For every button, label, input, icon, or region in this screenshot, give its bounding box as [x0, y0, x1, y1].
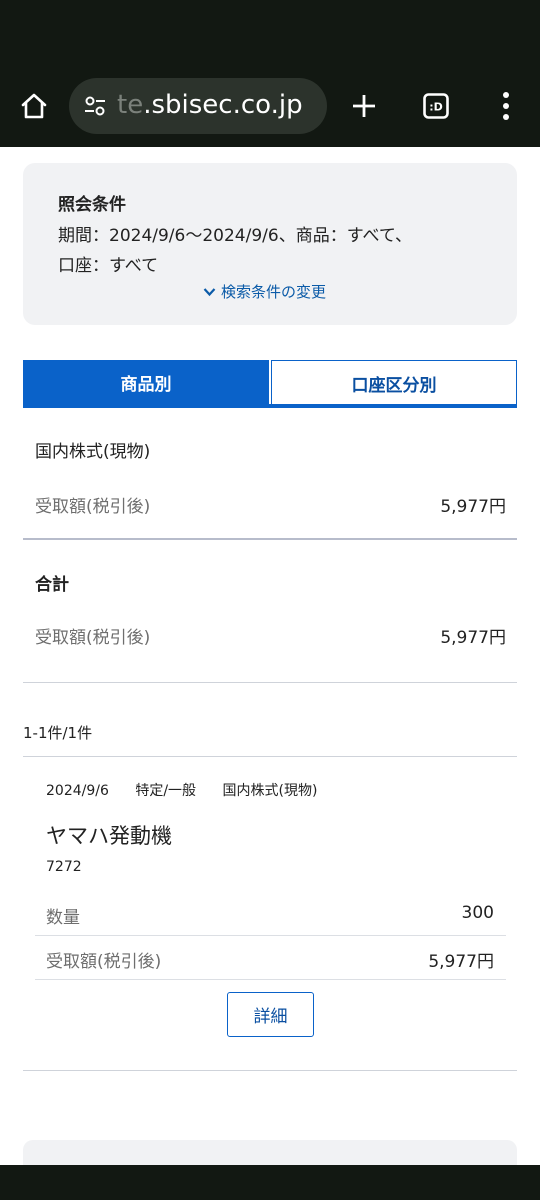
search-conditions-panel: 照会条件 期間：2024/9/6～2024/9/6、商品：すべて、 口座：すべて…: [23, 163, 517, 325]
page-content: 照会条件 期間：2024/9/6～2024/9/6、商品：すべて、 口座：すべて…: [0, 147, 540, 1180]
item-date: 2024/9/6: [46, 783, 109, 799]
item-account-type: 特定/一般: [135, 783, 197, 799]
url-domain: .sbisec.co.jp: [143, 90, 303, 120]
category-title: 国内株式(現物): [35, 442, 151, 462]
total-received-label: 受取額(税引後): [35, 628, 151, 648]
total-title: 合計: [35, 575, 69, 595]
item-product: 国内株式(現物): [222, 783, 318, 799]
view-tabs: 商品別 口座区分別: [23, 360, 517, 409]
chevron-down-icon: [203, 287, 216, 296]
row-divider: [35, 979, 506, 980]
item-name: ヤマハ発動機: [46, 824, 172, 848]
menu-button[interactable]: [482, 82, 530, 130]
url-text: te.sbisec.co.jp: [117, 90, 303, 120]
list-bottom-divider: [23, 1070, 517, 1071]
new-tab-button[interactable]: [340, 82, 388, 130]
quantity-label: 数量: [46, 908, 80, 928]
item-meta: 2024/9/6 特定/一般 国内株式(現物): [46, 780, 339, 800]
tab-by-product[interactable]: 商品別: [23, 360, 269, 405]
category-received-label: 受取額(税引後): [35, 497, 151, 517]
section-divider: [23, 538, 517, 540]
result-count: 1-1件/1件: [23, 724, 93, 742]
address-bar[interactable]: te.sbisec.co.jp: [69, 78, 327, 134]
list-top-divider: [23, 756, 517, 757]
tab-switcher-icon: :D: [423, 93, 449, 119]
detail-button[interactable]: 詳細: [227, 992, 314, 1037]
row-divider: [35, 935, 506, 936]
conditions-title: 照会条件: [58, 195, 126, 215]
item-received-value: 5,977円: [428, 952, 494, 972]
system-nav-bar: [0, 1165, 540, 1200]
conditions-account: 口座：すべて: [58, 256, 159, 276]
svg-text::D: :D: [429, 101, 443, 114]
change-conditions-link[interactable]: 検索条件の変更: [203, 281, 326, 302]
tab-underline: [23, 404, 517, 408]
tune-icon[interactable]: [79, 90, 111, 122]
item-code: 7272: [46, 859, 82, 875]
home-icon: [21, 93, 47, 119]
change-conditions-label: 検索条件の変更: [221, 283, 327, 301]
quantity-value: 300: [461, 903, 494, 923]
home-button[interactable]: [10, 82, 58, 130]
total-received-value: 5,977円: [440, 628, 506, 648]
category-received-value: 5,977円: [440, 497, 506, 517]
tab-by-account[interactable]: 口座区分別: [271, 360, 517, 405]
plus-icon: [353, 95, 375, 117]
url-faded: te: [117, 90, 144, 120]
browser-toolbar: te.sbisec.co.jp :D: [0, 0, 540, 147]
conditions-period: 期間：2024/9/6～2024/9/6、商品：すべて、: [58, 226, 412, 246]
item-received-label: 受取額(税引後): [46, 952, 162, 972]
tab-switcher-button[interactable]: :D: [412, 82, 460, 130]
total-divider: [23, 682, 517, 683]
more-vert-icon: [503, 92, 509, 120]
